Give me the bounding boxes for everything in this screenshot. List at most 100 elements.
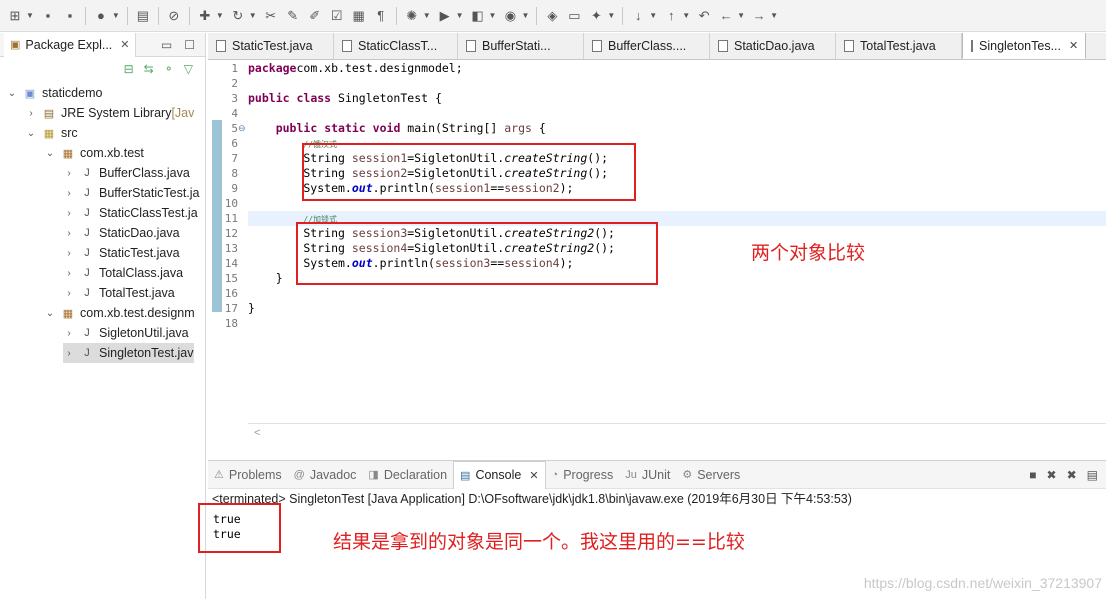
forward-icon[interactable]: →: [750, 7, 768, 25]
focus-icon[interactable]: ⚬: [164, 62, 174, 76]
task-icon[interactable]: ☑: [328, 7, 346, 25]
account-icon[interactable]: ●: [92, 7, 110, 25]
debug-icon[interactable]: ✺: [403, 7, 421, 25]
editor-tab[interactable]: BufferStati...: [458, 33, 584, 59]
tree-item[interactable]: › J BufferStaticTest.ja: [63, 183, 199, 203]
chevron-down-icon[interactable]: ▼: [26, 11, 34, 20]
chevron-down-icon[interactable]: ▼: [521, 11, 529, 20]
console-tab[interactable]: ⚠ Problems: [208, 461, 288, 489]
tree-item[interactable]: ⌄ ▦ com.xb.test.designm: [44, 303, 195, 323]
code-line[interactable]: }: [248, 301, 255, 316]
chevron-down-icon[interactable]: ▼: [456, 11, 464, 20]
link-with-editor-icon[interactable]: ⇆: [144, 62, 154, 76]
code-line[interactable]: }: [248, 271, 283, 286]
tree-item[interactable]: › J StaticDao.java: [63, 223, 179, 243]
chevron-down-icon[interactable]: ⌄: [44, 148, 56, 159]
minimize-icon[interactable]: ▭: [161, 38, 172, 52]
code-line[interactable]: public static void main(String[] args {: [248, 121, 546, 136]
chevron-down-icon[interactable]: ▼: [249, 11, 257, 20]
save-icon[interactable]: ▪: [39, 7, 57, 25]
package-icon[interactable]: ✚: [196, 7, 214, 25]
code-line[interactable]: public class SingletonTest {: [248, 91, 442, 106]
search-icon[interactable]: ✂: [262, 7, 280, 25]
last-edit-icon[interactable]: ↶: [695, 7, 713, 25]
scroll-left-icon[interactable]: <: [254, 427, 260, 439]
coverage-icon[interactable]: ◧: [469, 7, 487, 25]
chevron-down-icon[interactable]: ▼: [112, 11, 120, 20]
terminate-icon[interactable]: ■: [1029, 468, 1036, 482]
back-icon[interactable]: ←: [717, 7, 735, 25]
console-tab[interactable]: ◨ Declaration: [362, 461, 453, 489]
maximize-icon[interactable]: ☐: [184, 38, 195, 52]
chevron-right-icon[interactable]: ›: [63, 268, 75, 279]
chevron-down-icon[interactable]: ▼: [682, 11, 690, 20]
tree-item[interactable]: ⌄ ▣ staticdemo: [6, 83, 103, 103]
chevron-down-icon[interactable]: ⌄: [6, 88, 18, 99]
editor-tab[interactable]: TotalTest.java: [836, 33, 962, 59]
prev-annotation-icon[interactable]: ↑: [662, 7, 680, 25]
chevron-down-icon[interactable]: ▼: [216, 11, 224, 20]
chevron-down-icon[interactable]: ▼: [649, 11, 657, 20]
open-folder-icon[interactable]: ▭: [565, 7, 583, 25]
save-all-icon[interactable]: ▪: [61, 7, 79, 25]
highlight-icon[interactable]: ✎: [284, 7, 302, 25]
remove-launch-icon[interactable]: ✖: [1047, 468, 1057, 482]
open-type-icon[interactable]: ◈: [543, 7, 561, 25]
chevron-down-icon[interactable]: ▼: [489, 11, 497, 20]
chevron-down-icon[interactable]: ▼: [770, 11, 778, 20]
chevron-right-icon[interactable]: ›: [63, 208, 75, 219]
run-icon[interactable]: ▶: [436, 7, 454, 25]
chevron-right-icon[interactable]: ›: [63, 228, 75, 239]
wand-icon[interactable]: ✦: [587, 7, 605, 25]
toggle-icon[interactable]: ▦: [350, 7, 368, 25]
close-icon[interactable]: ✕: [120, 38, 129, 51]
next-annotation-icon[interactable]: ↓: [629, 7, 647, 25]
chevron-down-icon[interactable]: ⌄: [25, 128, 37, 139]
chevron-down-icon[interactable]: ⌄: [44, 308, 56, 319]
tree-item[interactable]: › J SigletonUtil.java: [63, 323, 188, 343]
editor-tab[interactable]: BufferClass....: [584, 33, 710, 59]
tree-item[interactable]: › J StaticClassTest.ja: [63, 203, 197, 223]
tree-item[interactable]: › J SingletonTest.jav: [63, 343, 194, 363]
remove-all-icon[interactable]: ✖: [1067, 468, 1077, 482]
collapse-all-icon[interactable]: ⊟: [124, 62, 134, 76]
chevron-right-icon[interactable]: ›: [63, 348, 75, 359]
chevron-right-icon[interactable]: ›: [63, 288, 75, 299]
tree-item[interactable]: › J TotalTest.java: [63, 283, 174, 303]
console-tab[interactable]: ⚙ Servers: [676, 461, 746, 489]
console-tab[interactable]: @ Javadoc: [288, 461, 363, 489]
chevron-right-icon[interactable]: ›: [25, 108, 37, 119]
tree-item[interactable]: › ▤ JRE System Library [Jav: [25, 103, 194, 123]
view-menu-icon[interactable]: ▽: [184, 62, 193, 76]
chevron-right-icon[interactable]: ›: [63, 168, 75, 179]
chevron-down-icon[interactable]: ▼: [607, 11, 615, 20]
tree-item[interactable]: › J BufferClass.java: [63, 163, 189, 183]
chevron-right-icon[interactable]: ›: [63, 248, 75, 259]
tree-item[interactable]: › J StaticTest.java: [63, 243, 179, 263]
chevron-down-icon[interactable]: ▼: [423, 11, 431, 20]
tab-package-explorer[interactable]: ▣ Package Expl... ✕: [4, 32, 137, 57]
console-menu-icon[interactable]: ▤: [1087, 468, 1098, 482]
console-tab[interactable]: ▤ Console ✕: [453, 460, 546, 489]
new-icon[interactable]: ⊞: [6, 7, 24, 25]
terminal-icon[interactable]: ▤: [134, 7, 152, 25]
tree-item[interactable]: ⌄ ▦ src: [25, 123, 78, 143]
editor-tab[interactable]: StaticDao.java: [710, 33, 836, 59]
chevron-down-icon[interactable]: ▼: [737, 11, 745, 20]
horizontal-scrollbar[interactable]: <: [248, 423, 1106, 441]
editor-tab[interactable]: StaticTest.java: [208, 33, 334, 59]
tree-item[interactable]: ⌄ ▦ com.xb.test: [44, 143, 144, 163]
chevron-right-icon[interactable]: ›: [63, 188, 75, 199]
code-line[interactable]: packagecom.xb.test.designmodel;: [248, 61, 463, 76]
paragraph-icon[interactable]: ¶: [372, 7, 390, 25]
close-icon[interactable]: ✕: [529, 469, 538, 482]
editor-tab[interactable]: StaticClassT...: [334, 33, 458, 59]
annotation-icon[interactable]: ✐: [306, 7, 324, 25]
console-tab[interactable]: ◔ Progress: [546, 461, 620, 489]
collapse-icon[interactable]: ⊖: [238, 121, 246, 136]
chevron-right-icon[interactable]: ›: [63, 328, 75, 339]
external-tools-icon[interactable]: ◉: [501, 7, 519, 25]
refresh-icon[interactable]: ↻: [229, 7, 247, 25]
tree-item[interactable]: › J TotalClass.java: [63, 263, 183, 283]
console-tab[interactable]: Ju JUnit: [619, 461, 676, 489]
